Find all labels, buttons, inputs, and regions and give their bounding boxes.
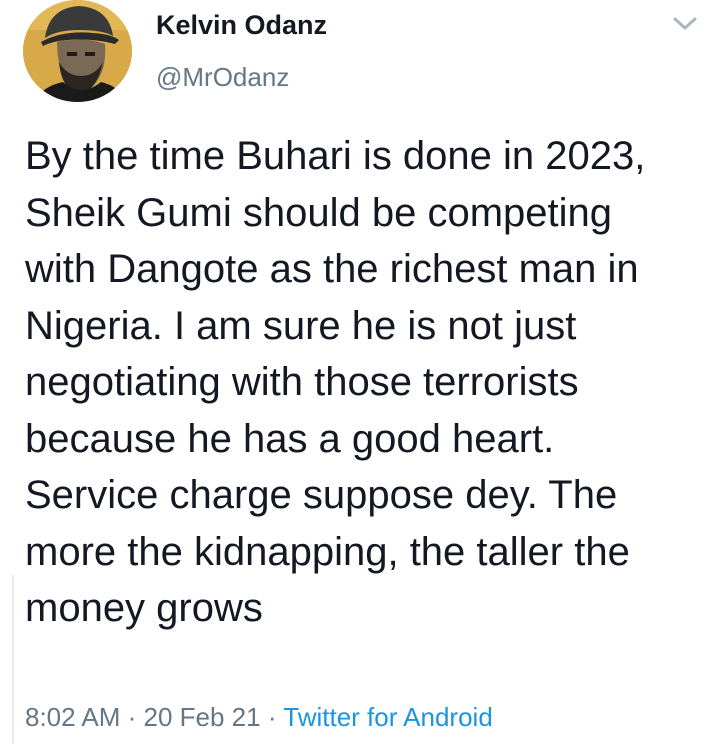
tweet-source-link[interactable]: Twitter for Android [283, 702, 493, 732]
tweet-text: By the time Buhari is done in 2023, Shei… [25, 134, 646, 630]
avatar[interactable] [23, 0, 132, 102]
chevron-down-icon[interactable] [671, 14, 699, 34]
left-edge-divider [0, 575, 14, 744]
meta-separator: · [120, 702, 144, 732]
display-name[interactable]: Kelvin Odanz [156, 10, 327, 41]
user-handle[interactable]: @MrOdanz [156, 62, 289, 93]
tweet-date[interactable]: 20 Feb 21 [144, 702, 261, 732]
tweet-meta: 8:02 AM · 20 Feb 21 · Twitter for Androi… [25, 702, 493, 733]
tweet-time[interactable]: 8:02 AM [25, 702, 120, 732]
meta-separator: · [260, 702, 284, 732]
avatar-image [23, 0, 132, 102]
tweet-card: Kelvin Odanz @MrOdanz By the time Buhari… [0, 0, 720, 744]
